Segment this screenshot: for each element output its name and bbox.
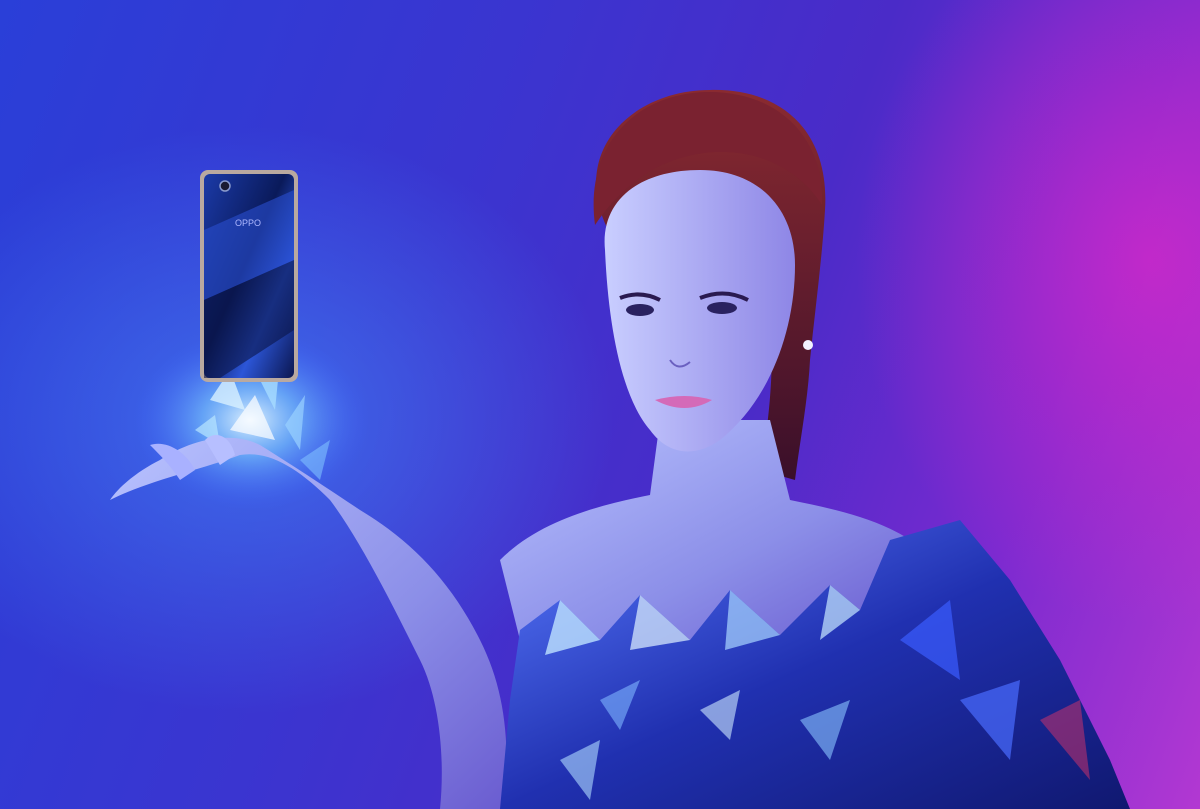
photo-scene: OPPO — [0, 0, 1200, 809]
photo-illustration: OPPO — [110, 89, 1130, 809]
phone-brand-text: OPPO — [235, 218, 261, 228]
smartphone: OPPO — [200, 170, 298, 382]
